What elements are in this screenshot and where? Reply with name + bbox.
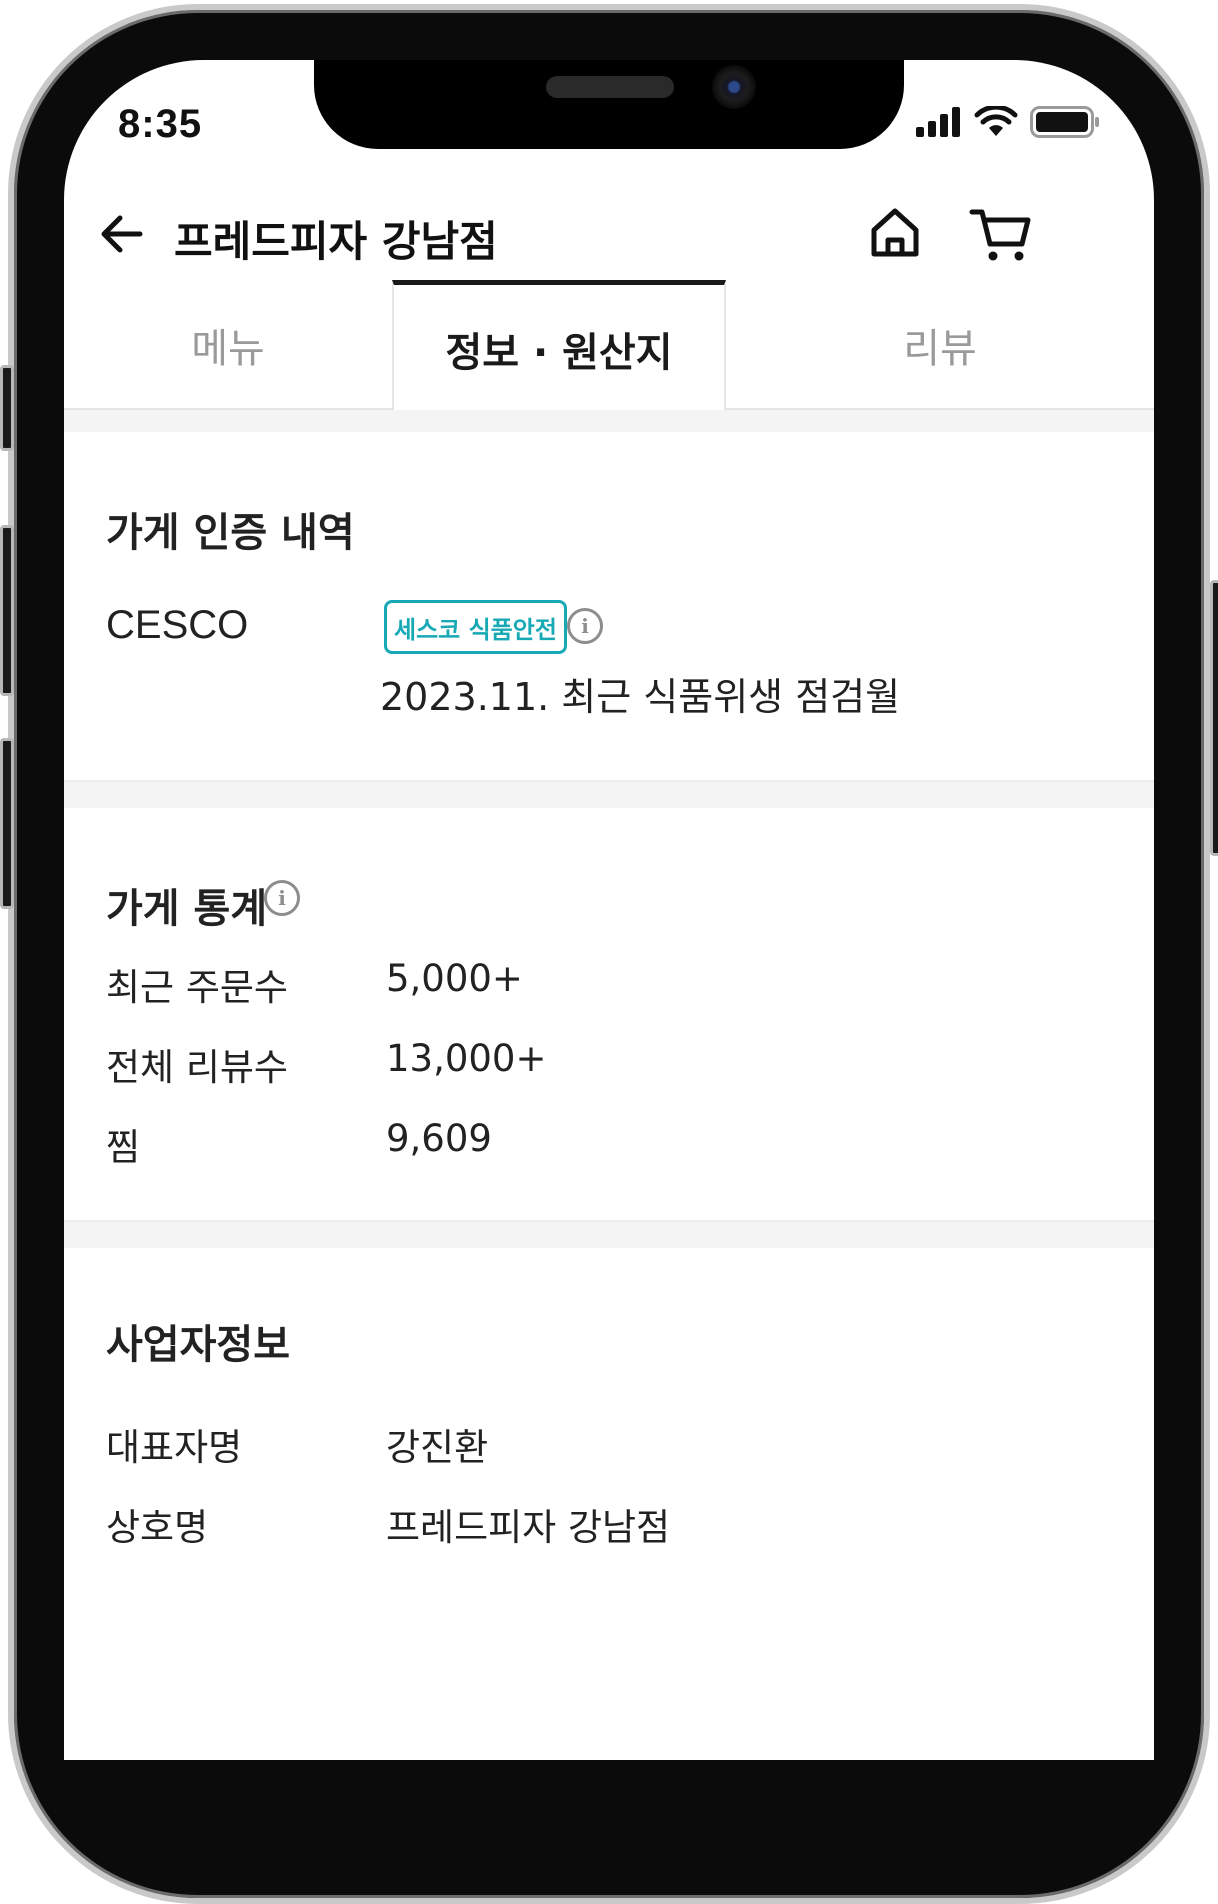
info-icon[interactable]: i xyxy=(567,608,603,644)
volume-up-button xyxy=(0,525,14,696)
tab-menu[interactable]: 메뉴 xyxy=(64,280,392,410)
certification-detail: 2023.11. 최근 식품위생 점검월 xyxy=(380,675,901,719)
cellular-signal-icon xyxy=(916,107,960,137)
tab-reviews[interactable]: 리뷰 xyxy=(726,280,1154,410)
stat-label: 전체 리뷰수 xyxy=(106,1046,288,1089)
cesco-badge: 세스코 식품안전 xyxy=(384,600,567,654)
notch xyxy=(314,60,904,149)
section-divider xyxy=(64,780,1154,808)
battery-icon xyxy=(1030,106,1099,138)
stat-value: 13,000+ xyxy=(386,1037,547,1080)
speaker-grille xyxy=(546,76,674,98)
power-button xyxy=(1210,580,1218,856)
cart-icon[interactable] xyxy=(968,202,1034,264)
certification-title: 가게 인증 내역 xyxy=(106,510,355,556)
section-divider xyxy=(64,410,1154,432)
business-title: 사업자정보 xyxy=(106,1322,290,1368)
stat-value: 5,000+ xyxy=(386,957,523,1000)
wifi-icon xyxy=(974,106,1018,136)
info-icon[interactable]: i xyxy=(264,880,300,916)
tab-info-origin[interactable]: 정보 · 원산지 xyxy=(392,280,726,412)
section-divider xyxy=(64,1220,1154,1248)
store-title: 프레드피자 강남점 xyxy=(174,217,498,266)
business-value: 강진환 xyxy=(386,1426,489,1469)
front-camera xyxy=(712,65,756,109)
stat-label: 찜 xyxy=(106,1126,141,1169)
stats-title: 가게 통계 xyxy=(106,886,268,932)
top-app-bar: 프레드피자 강남점 xyxy=(64,190,1154,280)
tab-menu-label: 메뉴 xyxy=(191,326,265,372)
volume-down-button xyxy=(0,738,14,909)
status-icons xyxy=(916,102,1100,142)
certification-label: CESCO xyxy=(106,603,249,647)
business-label: 대표자명 xyxy=(106,1426,243,1469)
tab-info-origin-label: 정보 · 원산지 xyxy=(445,329,673,376)
mute-switch xyxy=(0,365,14,451)
phone-screen: 8:35 프레드피자 강남점 메뉴 정보 · 원산지 리뷰 가게 인증 내역 C… xyxy=(64,60,1154,1760)
tab-reviews-label: 리뷰 xyxy=(903,326,977,372)
store-tabs: 메뉴 정보 · 원산지 리뷰 xyxy=(64,280,1154,412)
stat-value: 9,609 xyxy=(386,1117,492,1160)
status-time: 8:35 xyxy=(118,102,203,146)
arrow-left-icon[interactable] xyxy=(94,206,150,262)
business-value: 프레드피자 강남점 xyxy=(386,1506,671,1549)
home-icon[interactable] xyxy=(864,202,926,264)
business-label: 상호명 xyxy=(106,1506,209,1549)
stat-label: 최근 주문수 xyxy=(106,966,288,1009)
